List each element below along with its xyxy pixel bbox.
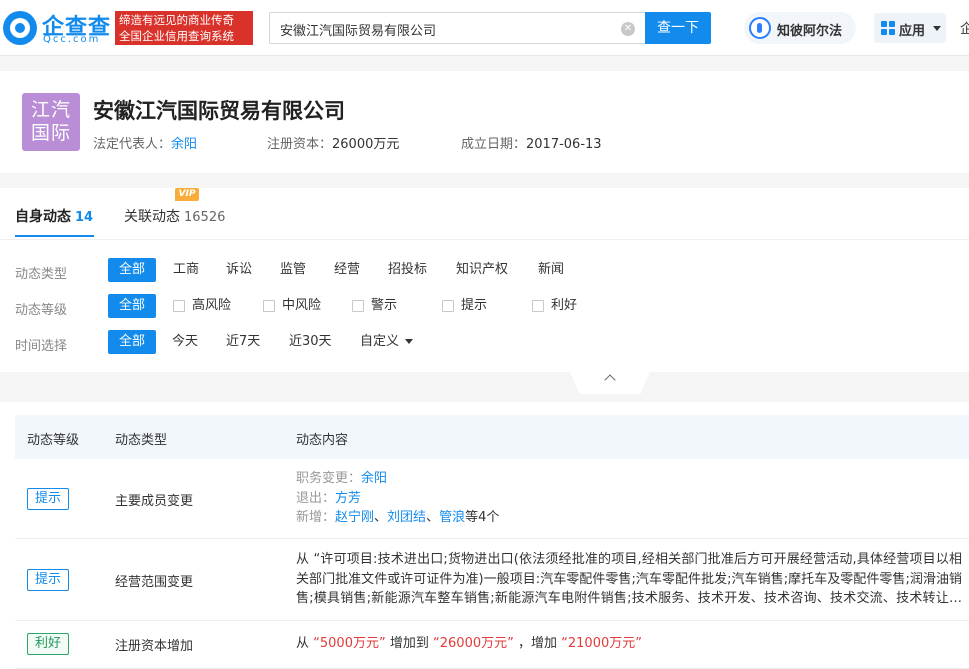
table-row: 提示 主要成员变更 职务变更：余阳 退出：方芳 新增：赵宁刚、刘团结、管浪等4个: [15, 459, 969, 539]
apps-grid-icon: [881, 21, 895, 35]
company-name[interactable]: 安徽江汽国际贸易有限公司: [93, 95, 345, 125]
vip-badge: VIP: [175, 188, 199, 201]
level-tag-notice: 提示: [27, 569, 69, 591]
level-tag-notice: 提示: [27, 488, 69, 510]
table-row: 提示 经营范围变更 从 “许可项目:技术进出口;货物进出口(依法须经批准的项目,…: [15, 539, 969, 621]
filter-time-7days[interactable]: 近7天: [226, 330, 260, 354]
ai-assistant-icon: [749, 17, 771, 39]
search-input[interactable]: [280, 19, 610, 39]
search-box: ✕: [269, 12, 645, 44]
filter-level-all[interactable]: 全部: [108, 294, 156, 318]
filter-time-all[interactable]: 全部: [108, 330, 156, 354]
filter-level-notice[interactable]: 提示: [442, 294, 487, 318]
filter-panel: 自身动态 14 关联动态 16526 VIP 动态类型 全部 工商 诉讼 监管 经营…: [0, 188, 969, 372]
checkbox: [442, 300, 454, 312]
filter-type-litigation[interactable]: 诉讼: [226, 258, 252, 282]
filter-level-high-risk[interactable]: 高风险: [173, 294, 231, 318]
qcc-logo[interactable]: 企查查 Qcc.com: [0, 9, 112, 47]
chevron-down-icon: [405, 339, 414, 344]
filter-type-news[interactable]: 新闻: [538, 258, 564, 282]
logo-domain: Qcc.com: [43, 34, 101, 45]
top-header: 企查查 Qcc.com 缔造有远见的商业传奇 全国企业信用查询系统 ✕ 查一下 …: [0, 0, 969, 56]
update-type: 经营范围变更: [115, 575, 194, 590]
tab-self-updates[interactable]: 自身动态 14: [15, 206, 93, 226]
tab-count: 14: [75, 210, 94, 225]
clear-icon[interactable]: ✕: [621, 22, 635, 36]
person-link[interactable]: 赵宁刚: [335, 510, 374, 525]
search-button[interactable]: 查一下: [645, 12, 711, 44]
slogan-line-1: 缔造有远见的商业传奇: [119, 13, 234, 27]
filter-label-level: 动态等级: [15, 303, 68, 318]
person-link[interactable]: 刘团结: [387, 510, 426, 525]
apps-menu-button[interactable]: 应用: [874, 13, 946, 43]
filter-type-operation[interactable]: 经营: [334, 258, 360, 282]
company-logo: 江汽 国际: [22, 93, 80, 151]
update-content: 从 “5000万元” 增加到 “26000万元” ，增加 “21000万元”: [296, 636, 642, 651]
updates-table: 动态等级 动态类型 动态内容 提示 主要成员变更 职务变更：余阳 退出：方芳 新…: [0, 402, 969, 669]
filter-time-today[interactable]: 今天: [172, 330, 198, 354]
filter-type-ip[interactable]: 知识产权: [456, 258, 508, 282]
checkbox: [173, 300, 185, 312]
filter-level-warning[interactable]: 警示: [352, 294, 397, 318]
enterprise-menu-item[interactable]: 企: [960, 18, 969, 37]
apps-label: 应用: [899, 24, 926, 39]
filter-type-regulation[interactable]: 监管: [280, 258, 306, 282]
ai-assistant-label: 知彼阿尔法: [777, 24, 843, 39]
filter-time-30days[interactable]: 近30天: [289, 330, 332, 354]
filter-type-business[interactable]: 工商: [173, 258, 199, 282]
filter-type-bidding[interactable]: 招投标: [388, 258, 427, 282]
checkbox: [263, 300, 275, 312]
column-header-content: 动态内容: [296, 433, 349, 448]
person-link[interactable]: 方芳: [335, 491, 361, 506]
legal-representative: 法定代表人：余阳: [93, 137, 198, 152]
business-scope-text: 从 “许可项目:技术进出口;货物进出口(依法须经批准的项目,经相关部门批准后方可…: [296, 552, 962, 606]
tab-related-updates[interactable]: 关联动态 16526: [124, 206, 225, 226]
column-header-type: 动态类型: [115, 433, 168, 448]
update-type: 注册资本增加: [115, 639, 194, 654]
update-content: 从 “许可项目:技术进出口;货物进出口(依法须经批准的项目,经相关部门批准后方可…: [296, 550, 962, 609]
checkbox: [352, 300, 364, 312]
slogan-line-2: 全国企业信用查询系统: [119, 29, 234, 43]
update-type: 主要成员变更: [115, 494, 194, 509]
ai-assistant-button[interactable]: 知彼阿尔法: [744, 12, 856, 44]
checkbox: [532, 300, 544, 312]
chevron-down-icon: [933, 26, 941, 31]
filter-level-positive[interactable]: 利好: [532, 294, 577, 318]
collapse-filters-button[interactable]: [570, 372, 650, 394]
active-tab-indicator: [15, 235, 94, 237]
filter-level-medium-risk[interactable]: 中风险: [263, 294, 321, 318]
founded-date: 成立日期：2017-06-13: [461, 137, 602, 152]
tabs-divider: [0, 239, 969, 240]
tab-count: 16526: [184, 210, 226, 225]
column-header-level: 动态等级: [27, 433, 80, 448]
filter-label-time: 时间选择: [15, 339, 68, 354]
registered-capital: 注册资本：26000万元: [267, 137, 400, 152]
slogan-banner: 缔造有远见的商业传奇 全国企业信用查询系统: [115, 11, 253, 45]
filter-time-custom[interactable]: 自定义: [360, 330, 414, 354]
table-header: 动态等级 动态类型 动态内容: [15, 415, 969, 459]
update-content: 职务变更：余阳 退出：方芳 新增：赵宁刚、刘团结、管浪等4个: [296, 471, 500, 525]
legal-rep-link[interactable]: 余阳: [171, 137, 197, 152]
filter-label-type: 动态类型: [15, 267, 68, 282]
level-tag-positive: 利好: [27, 633, 69, 655]
qcc-logo-icon: [3, 11, 37, 45]
filter-type-all[interactable]: 全部: [108, 258, 156, 282]
table-row: 利好 注册资本增加 从 “5000万元” 增加到 “26000万元” ，增加 “…: [15, 621, 969, 669]
person-link[interactable]: 余阳: [361, 471, 387, 486]
person-link[interactable]: 管浪: [439, 510, 465, 525]
company-card: 江汽 国际 安徽江汽国际贸易有限公司 法定代表人：余阳 注册资本：26000万元…: [0, 71, 969, 173]
